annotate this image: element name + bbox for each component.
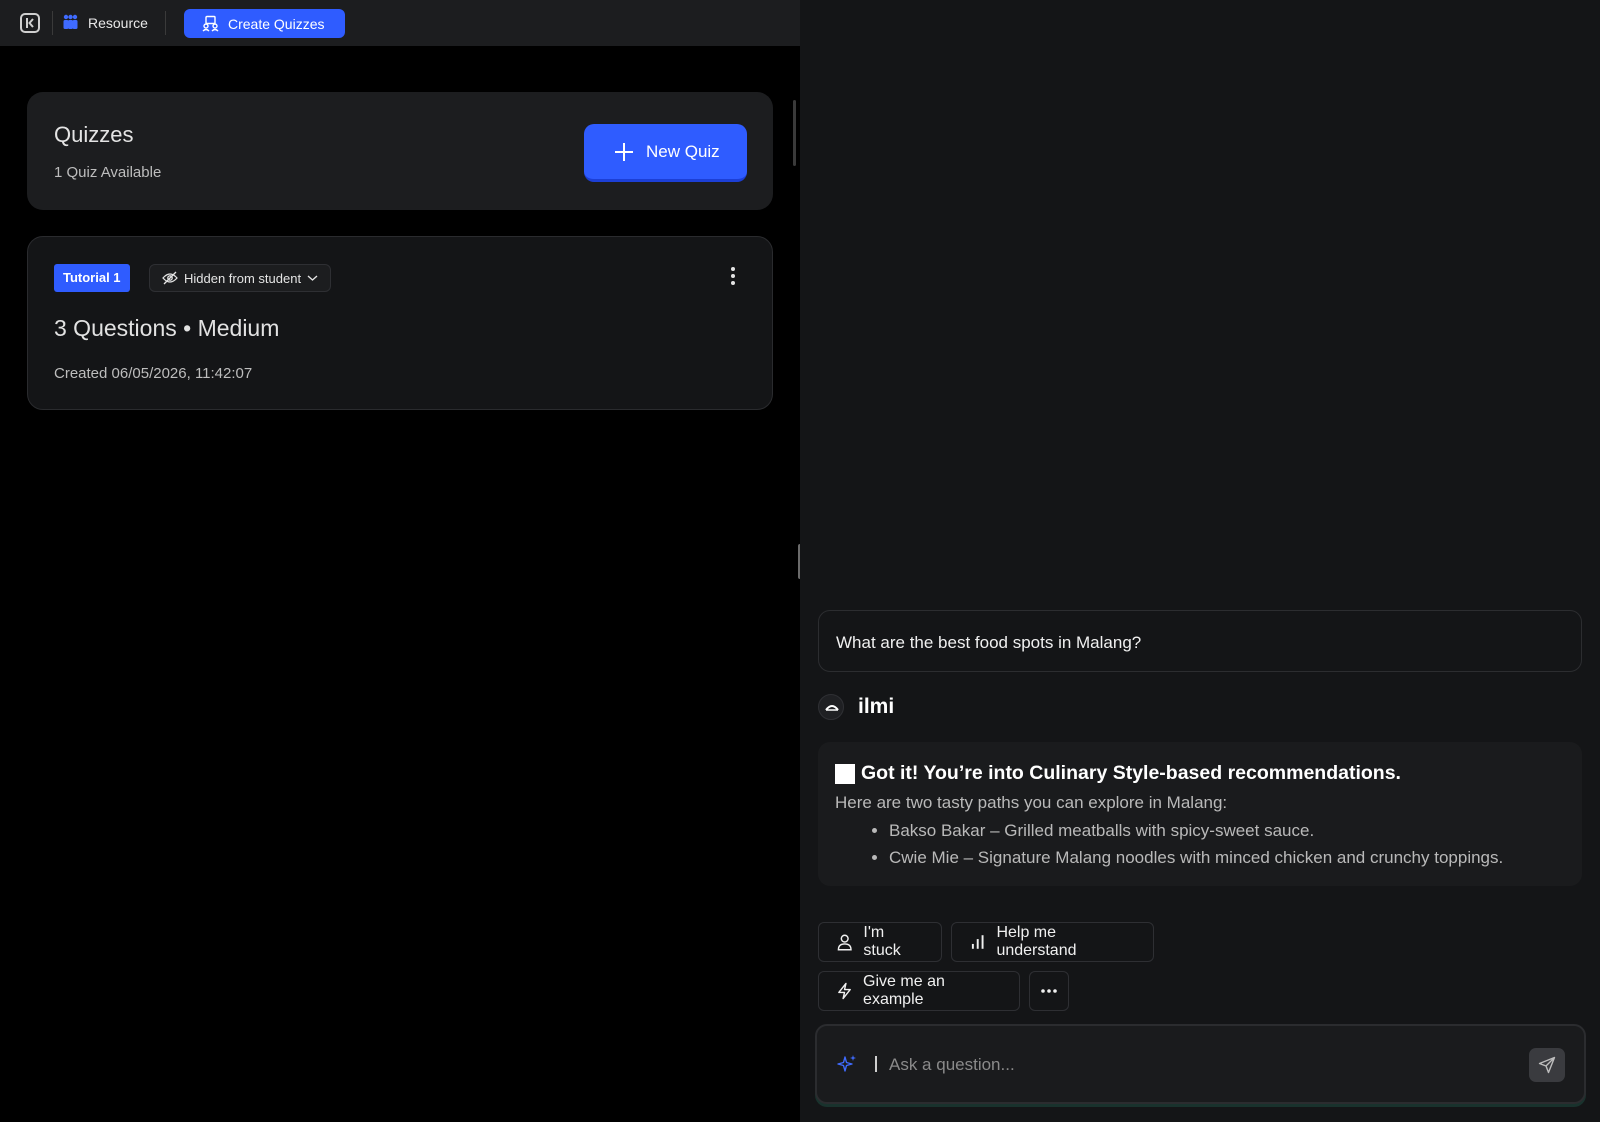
divider	[165, 11, 166, 35]
sidebar-collapse-icon[interactable]	[20, 13, 40, 33]
quiz-icon	[202, 15, 219, 32]
user-message: What are the best food spots in Malang?	[818, 610, 1582, 672]
im-stuck-label: I'm stuck	[863, 924, 901, 959]
send-icon	[1538, 1056, 1556, 1074]
bot-message: Got it! You’re into Culinary Style-based…	[818, 742, 1582, 886]
quiz-card[interactable]: Tutorial 1 Hidden from student 3 Questio…	[27, 236, 773, 410]
resource-label: Resource	[88, 14, 148, 31]
lightning-icon	[838, 982, 851, 1000]
sparkle-icon	[837, 1055, 856, 1072]
bot-intro: Here are two tasty paths you can explore…	[835, 793, 1228, 812]
quiz-count: 1 Quiz Available	[54, 164, 162, 181]
top-bar: Resource Create Quizzes	[0, 0, 800, 46]
give-example-button[interactable]: Give me an example	[818, 971, 1020, 1011]
create-quizzes-label: Create Quizzes	[228, 15, 325, 32]
visibility-dropdown[interactable]: Hidden from student	[149, 264, 332, 292]
new-quiz-label: New Quiz	[646, 141, 720, 161]
bot-list: Bakso Bakar – Grilled meatballs with spi…	[835, 817, 1565, 871]
help-me-understand-label: Help me understand	[996, 924, 1077, 959]
plus-icon	[615, 142, 633, 161]
more-horizontal-icon[interactable]	[1029, 971, 1069, 1011]
more-vertical-icon[interactable]	[728, 265, 738, 291]
give-example-label: Give me an example	[863, 973, 945, 1008]
text-cursor	[875, 1056, 877, 1072]
resource-icon	[63, 14, 78, 29]
list-item: Bakso Bakar – Grilled meatballs with spi…	[889, 817, 1565, 844]
page-title: Quizzes	[54, 122, 134, 147]
user-icon	[837, 934, 852, 951]
emoji-placeholder-icon	[835, 763, 855, 784]
bot-avatar	[818, 694, 844, 720]
quiz-summary: 3 Questions • Medium	[54, 315, 280, 341]
resource-tab[interactable]: Resource	[62, 14, 148, 31]
bot-name: ilmi	[858, 695, 895, 718]
create-quizzes-tab[interactable]: Create Quizzes	[184, 9, 345, 38]
chevron-down-icon	[307, 275, 318, 281]
tutorial-tag: Tutorial 1	[54, 264, 130, 292]
bot-heading: Got it! You’re into Culinary Style-based…	[861, 762, 1401, 784]
quiz-panel: Resource Create Quizzes Quizzes 1 Quiz A…	[0, 0, 800, 1122]
visibility-label: Hidden from student	[184, 270, 302, 286]
quiz-created-date: Created 06/05/2026, 11:42:07	[54, 365, 253, 382]
ask-box	[815, 1024, 1586, 1104]
chat-panel: What are the best food spots in Malang? …	[800, 0, 1600, 1122]
divider	[52, 11, 53, 35]
list-item: Cwie Mie – Signature Malang noodles with…	[889, 844, 1565, 871]
bar-chart-icon	[971, 935, 984, 949]
scrollbar[interactable]	[793, 100, 796, 166]
new-quiz-button[interactable]: New Quiz	[584, 124, 747, 182]
quizzes-header-card: Quizzes 1 Quiz Available New Quiz	[27, 92, 773, 210]
eye-off-icon	[162, 271, 178, 285]
help-me-understand-button[interactable]: Help me understand	[951, 922, 1154, 962]
ask-input[interactable]	[889, 1046, 1489, 1084]
send-button[interactable]	[1529, 1048, 1565, 1082]
bot-header: ilmi	[818, 694, 894, 720]
im-stuck-button[interactable]: I'm stuck	[818, 922, 942, 962]
